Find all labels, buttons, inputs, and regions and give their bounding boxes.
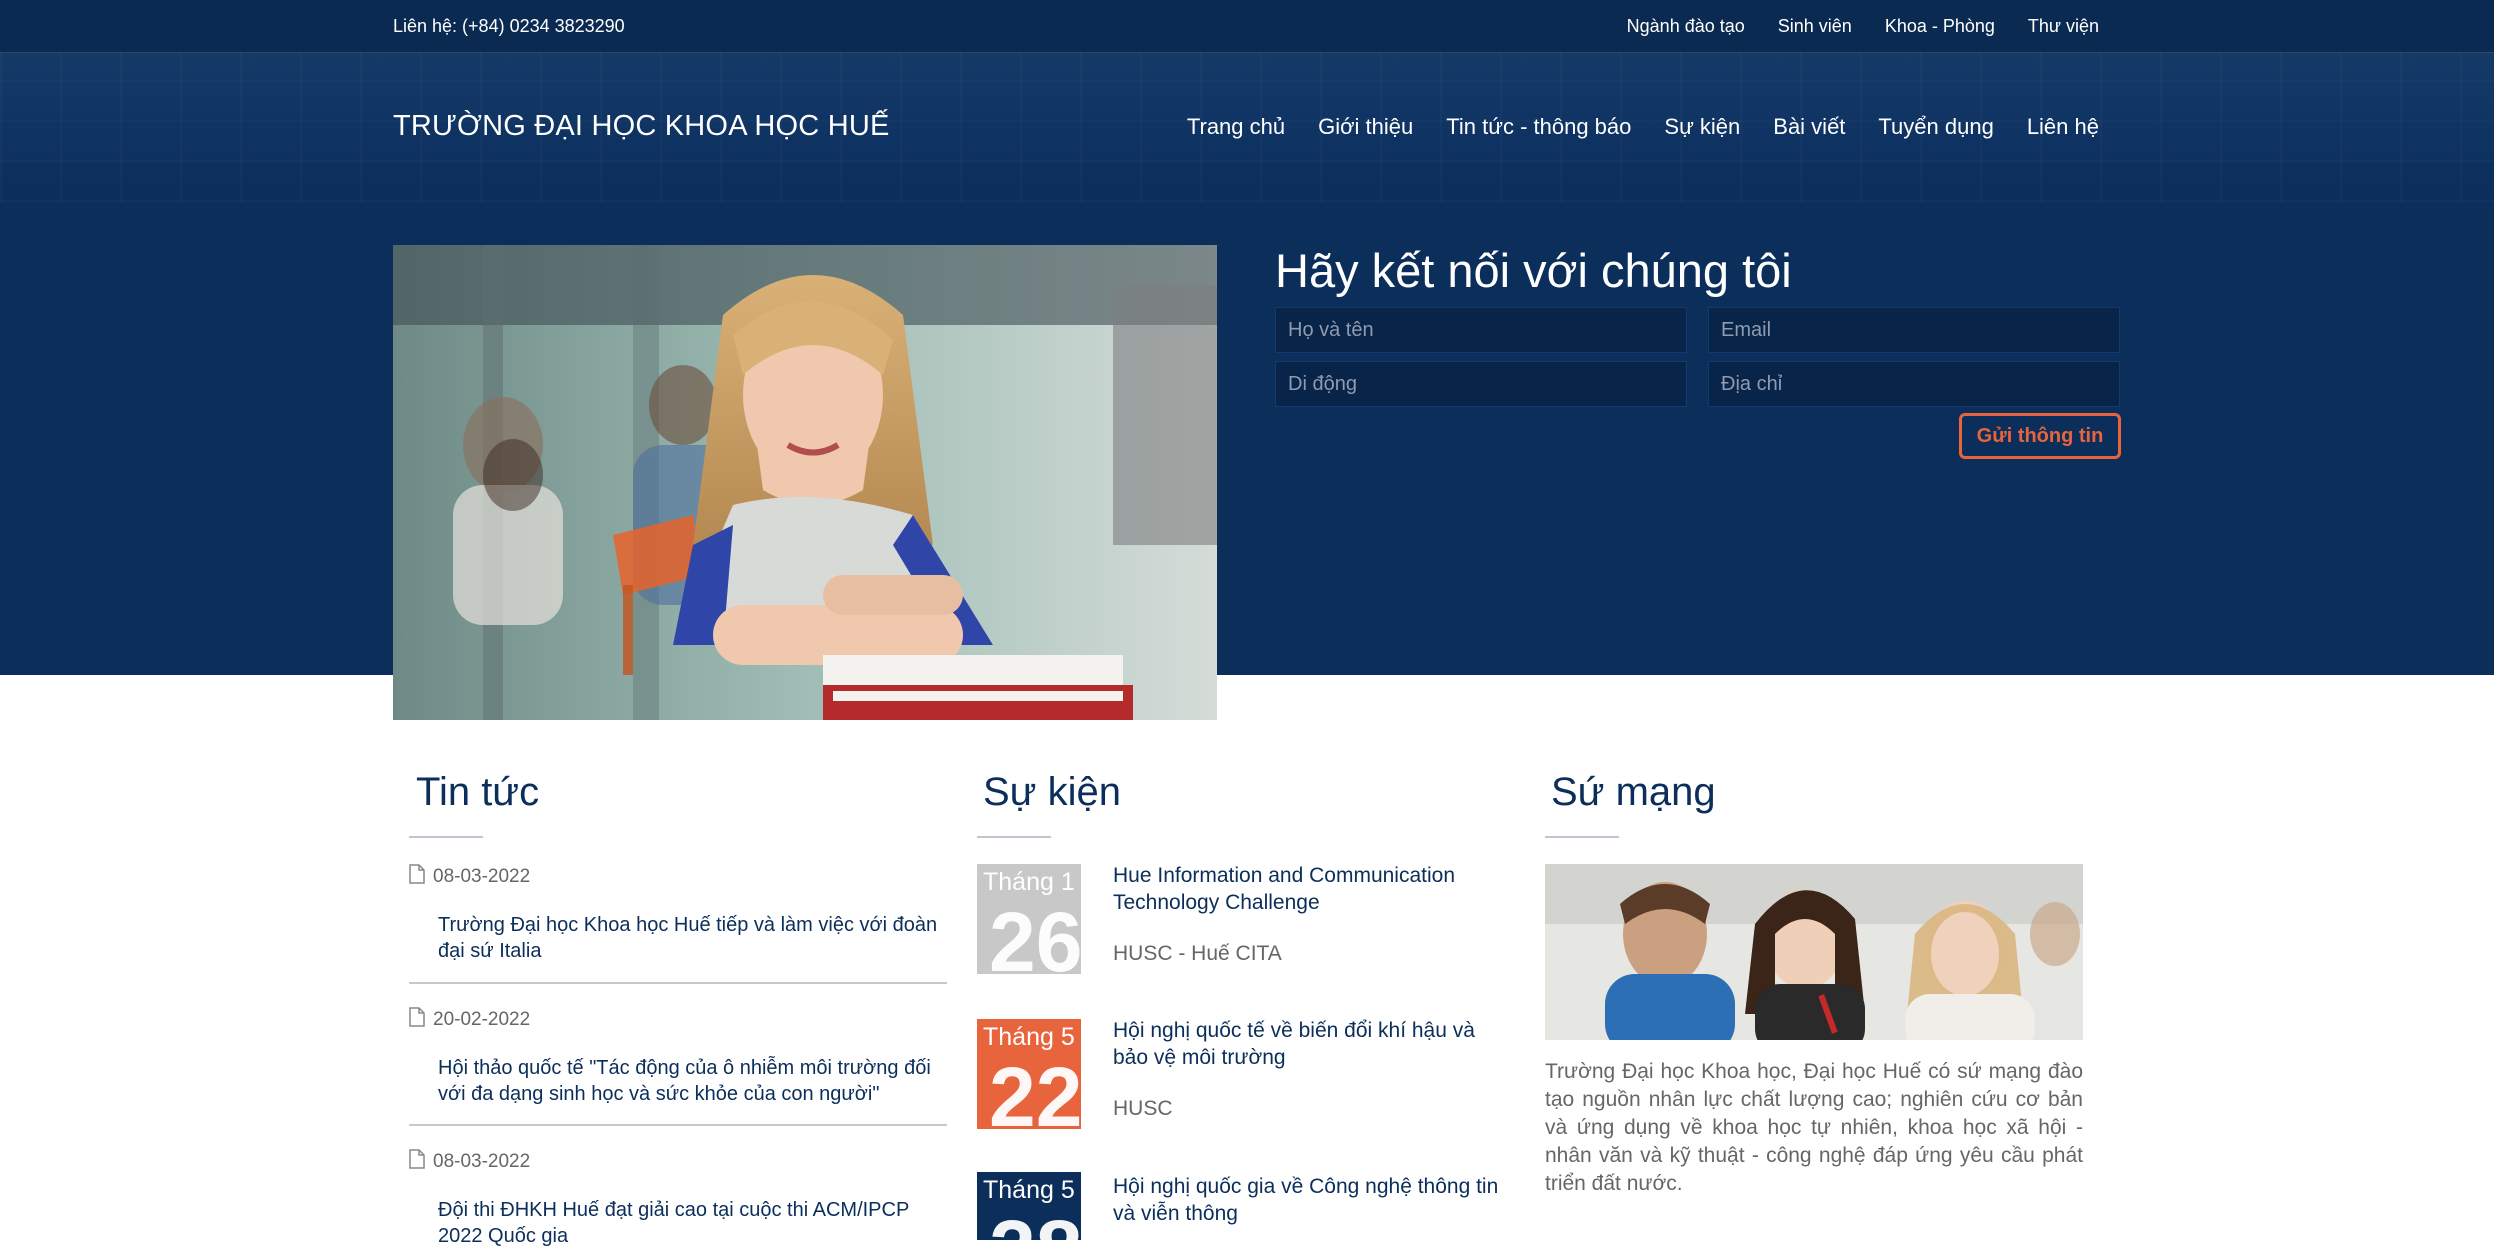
news-date: 08-03-2022 xyxy=(433,1151,531,1172)
news-divider xyxy=(409,1124,947,1126)
toplink-sinh-vien[interactable]: Sinh viên xyxy=(1778,16,1852,37)
nav-trang-chu[interactable]: Trang chủ xyxy=(1187,114,1285,140)
mission-text: Trường Đại học Khoa học, Đại học Huế có … xyxy=(1545,1060,2083,1195)
news-link[interactable]: Hội thảo quốc tế "Tác động của ô nhiễm m… xyxy=(438,1055,947,1107)
contact-form-title: Hãy kết nối với chúng tôi xyxy=(1275,244,1792,297)
email-input[interactable] xyxy=(1708,307,2120,353)
event-day: 22 xyxy=(989,1050,1081,1129)
site-brand[interactable]: TRƯỜNG ĐẠI HỌC KHOA HỌC HUẾ xyxy=(393,110,890,143)
event-host: HUSC - Huế CITA xyxy=(1113,942,1282,965)
event-link[interactable]: Hội nghị quốc tế về biến đổi khí hậu và … xyxy=(1113,1017,1513,1071)
top-links: Ngành đào tạo Sinh viên Khoa - Phòng Thư… xyxy=(1627,16,2099,37)
news-date-row: 08-03-2022 xyxy=(409,864,947,890)
events-title-underline xyxy=(977,836,1051,838)
news-link[interactable]: Đội thi ĐHKH Huế đạt giải cao tại cuộc t… xyxy=(438,1197,947,1249)
news-title: Tin tức xyxy=(416,770,540,814)
top-bar: Liên hệ: (+84) 0234 3823290 Ngành đào tạ… xyxy=(0,0,2494,53)
event-link[interactable]: Hue Information and Communication Techno… xyxy=(1113,862,1513,916)
phone-input[interactable] xyxy=(1275,361,1687,407)
news-item[interactable]: 08-03-2022 Đội thi ĐHKH Huế đạt giải cao… xyxy=(409,1149,947,1249)
event-day: 28 xyxy=(977,1208,1081,1240)
news-date-row: 08-03-2022 xyxy=(409,1149,947,1175)
nav-tin-tuc[interactable]: Tin tức - thông báo xyxy=(1446,114,1631,140)
mission-students-photo xyxy=(1545,864,2083,1040)
toplink-khoa-phong[interactable]: Khoa - Phòng xyxy=(1885,16,1995,37)
submit-button[interactable]: Gửi thông tin xyxy=(1959,413,2121,459)
document-icon xyxy=(409,1149,425,1175)
nav-lien-he[interactable]: Liên hệ xyxy=(2027,114,2099,140)
nav-bai-viet[interactable]: Bài viết xyxy=(1773,114,1845,140)
news-item[interactable]: 20-02-2022 Hội thảo quốc tế "Tác động củ… xyxy=(409,1007,947,1107)
document-icon xyxy=(409,864,425,890)
hero-section: Liên hệ: (+84) 0234 3823290 Ngành đào tạ… xyxy=(0,0,2494,675)
document-icon xyxy=(409,1007,425,1033)
news-date: 20-02-2022 xyxy=(433,1009,531,1030)
toplink-thu-vien[interactable]: Thư viện xyxy=(2028,16,2099,37)
contact-phone: Liên hệ: (+84) 0234 3823290 xyxy=(393,16,625,36)
news-date: 08-03-2022 xyxy=(433,866,531,887)
hero-student-photo xyxy=(393,245,1217,720)
name-input[interactable] xyxy=(1275,307,1687,353)
main-nav: Trang chủ Giới thiệu Tin tức - thông báo… xyxy=(1187,114,2099,140)
toplink-nganh-dao-tao[interactable]: Ngành đào tạo xyxy=(1627,16,1745,37)
news-item[interactable]: 08-03-2022 Trường Đại học Khoa học Huế t… xyxy=(409,864,947,964)
nav-su-kien[interactable]: Sự kiện xyxy=(1664,114,1740,140)
events-title: Sự kiện xyxy=(983,770,1121,814)
event-link[interactable]: Hội nghị quốc gia về Công nghệ thông tin… xyxy=(1113,1173,1513,1227)
address-input[interactable] xyxy=(1708,361,2120,407)
event-day: 26 xyxy=(989,895,1081,974)
event-date-badge: Tháng 5 28 xyxy=(977,1172,1081,1240)
event-date-badge: Tháng 1 26 xyxy=(977,864,1081,974)
nav-gioi-thieu[interactable]: Giới thiệu xyxy=(1318,114,1413,140)
hero-photo-illustration xyxy=(393,245,1217,720)
event-host: HUSC xyxy=(1113,1097,1173,1120)
mission-title-underline xyxy=(1545,836,1619,838)
news-link[interactable]: Trường Đại học Khoa học Huế tiếp và làm … xyxy=(438,912,947,964)
news-divider xyxy=(409,982,947,984)
mission-title: Sứ mạng xyxy=(1551,770,1716,814)
event-date-badge: Tháng 5 22 xyxy=(977,1019,1081,1129)
news-title-underline xyxy=(409,836,483,838)
news-date-row: 20-02-2022 xyxy=(409,1007,947,1033)
nav-tuyen-dung[interactable]: Tuyển dụng xyxy=(1878,114,1993,140)
